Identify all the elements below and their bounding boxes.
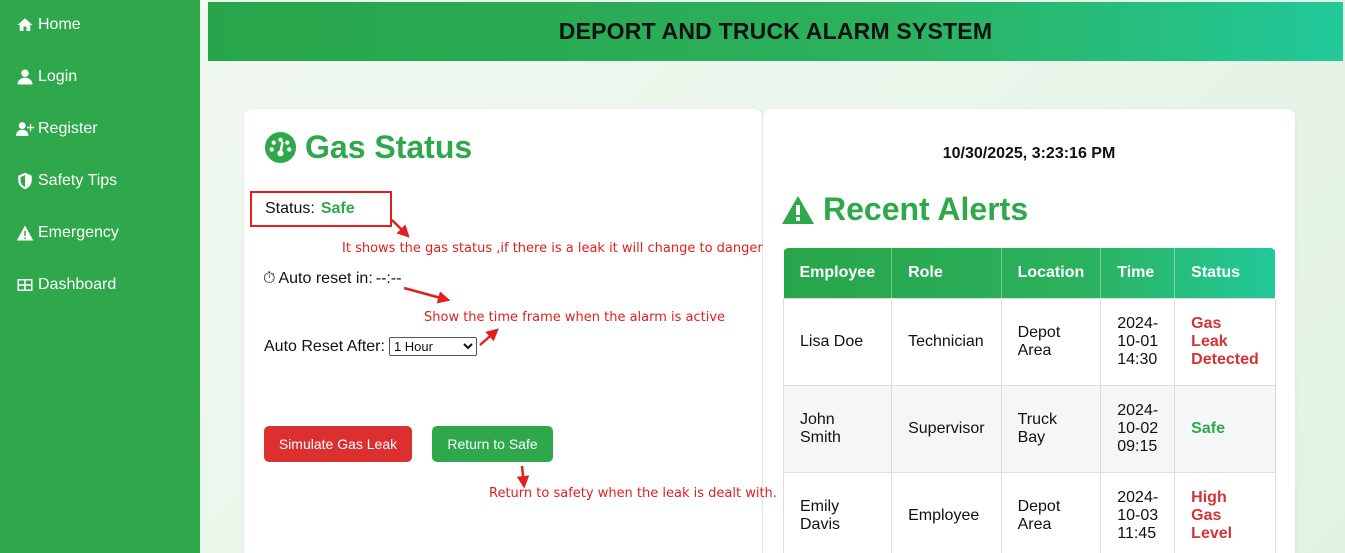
- auto-reset-after-row: Auto Reset After: 1 Hour: [264, 337, 477, 356]
- simulate-gas-leak-button[interactable]: Simulate Gas Leak: [264, 426, 412, 462]
- time-cell: 2024-10-02 09:15: [1100, 384, 1176, 473]
- home-icon: [17, 18, 33, 31]
- sidebar-item-label: Dashboard: [38, 276, 117, 293]
- alerts-table: Employee Role Location Time Status Lisa …: [783, 248, 1276, 553]
- employee-cell: Lisa Doe: [783, 297, 893, 386]
- time-cell: 2024-10-03 11:45: [1100, 471, 1176, 553]
- sidebar-item-label: Safety Tips: [38, 172, 118, 189]
- location-cell: Truck Bay: [1000, 384, 1102, 473]
- user-icon: [17, 69, 33, 85]
- sidebar-item-login[interactable]: Login: [16, 65, 77, 89]
- shield-icon: [18, 172, 32, 190]
- status-cell: Safe: [1174, 384, 1276, 473]
- table-row: Lisa Doe Technician Depot Area 2024-10-0…: [783, 297, 1276, 386]
- role-cell: Technician: [891, 297, 1002, 386]
- sidebar-item-register[interactable]: Register: [16, 117, 98, 141]
- employee-cell: Emily Davis: [783, 471, 893, 553]
- location-cell: Depot Area: [1000, 297, 1102, 386]
- status-value: Safe: [320, 200, 355, 217]
- column-header: Status: [1174, 248, 1276, 298]
- warning-icon: [782, 195, 814, 224]
- time-cell: 2024-10-01 14:30: [1100, 297, 1176, 386]
- page-title: DEPORT AND TRUCK ALARM SYSTEM: [558, 18, 993, 44]
- sidebar: Home Login Register Safety Tips Emergenc…: [0, 0, 200, 553]
- gauge-icon: [264, 131, 297, 164]
- sidebar-item-dashboard[interactable]: Dashboard: [16, 273, 116, 297]
- auto-reset-timer: ⏱ Auto reset in: --:--: [263, 270, 402, 288]
- status-indicator: Status: Safe: [250, 191, 392, 227]
- sidebar-item-safety-tips[interactable]: Safety Tips: [16, 169, 117, 193]
- sidebar-item-label: Login: [38, 68, 78, 85]
- sidebar-item-emergency[interactable]: Emergency: [16, 221, 119, 245]
- column-header: Time: [1100, 248, 1176, 298]
- auto-reset-in-label: Auto reset in:: [278, 270, 373, 287]
- recent-alerts-card: 10/30/2025, 3:23:16 PM Recent Alerts Emp…: [763, 109, 1295, 553]
- column-header: Employee: [783, 248, 893, 298]
- table-row: John Smith Supervisor Truck Bay 2024-10-…: [783, 384, 1276, 473]
- return-to-safe-button[interactable]: Return to Safe: [432, 426, 553, 462]
- table-row: Emily Davis Employee Depot Area 2024-10-…: [783, 471, 1276, 553]
- warning-icon: [16, 225, 34, 241]
- status-cell: High Gas Level: [1174, 471, 1276, 553]
- status-label: Status:: [265, 200, 315, 217]
- timer-icon: ⏱: [263, 270, 276, 287]
- recent-alerts-title: Recent Alerts: [823, 191, 1029, 227]
- recent-alerts-heading: Recent Alerts: [781, 191, 1028, 228]
- role-cell: Employee: [891, 471, 1002, 553]
- gas-status-heading: Gas Status: [264, 129, 472, 166]
- annotation-safe-note: Return to safety when the leak is dealt …: [489, 486, 777, 501]
- user-plus-icon: [16, 122, 34, 136]
- sidebar-item-label: Home: [38, 16, 81, 33]
- main-area: DEPORT AND TRUCK ALARM SYSTEM Gas Status…: [200, 0, 1345, 553]
- annotation-status-note: It shows the gas status ,if there is a l…: [342, 241, 763, 256]
- sidebar-item-home[interactable]: Home: [16, 13, 81, 37]
- status-cell: Gas Leak Detected: [1174, 297, 1276, 386]
- current-datetime: 10/30/2025, 3:23:16 PM: [942, 145, 1116, 162]
- auto-reset-after-label: Auto Reset After:: [264, 337, 385, 355]
- table-icon: [17, 279, 33, 291]
- location-cell: Depot Area: [1000, 471, 1102, 553]
- role-cell: Supervisor: [891, 384, 1002, 473]
- auto-reset-after-select[interactable]: 1 Hour: [388, 337, 477, 356]
- column-header: Location: [1001, 248, 1102, 298]
- employee-cell: John Smith: [783, 384, 893, 473]
- page-header: DEPORT AND TRUCK ALARM SYSTEM: [208, 2, 1343, 61]
- annotation-timer-note: Show the time frame when the alarm is ac…: [424, 310, 726, 325]
- gas-status-title: Gas Status: [305, 129, 473, 165]
- table-header-row: Employee Role Location Time Status: [783, 248, 1276, 298]
- column-header: Role: [891, 248, 1002, 298]
- auto-reset-in-value: --:--: [375, 270, 402, 287]
- sidebar-item-label: Register: [38, 120, 98, 137]
- sidebar-item-label: Emergency: [38, 224, 119, 241]
